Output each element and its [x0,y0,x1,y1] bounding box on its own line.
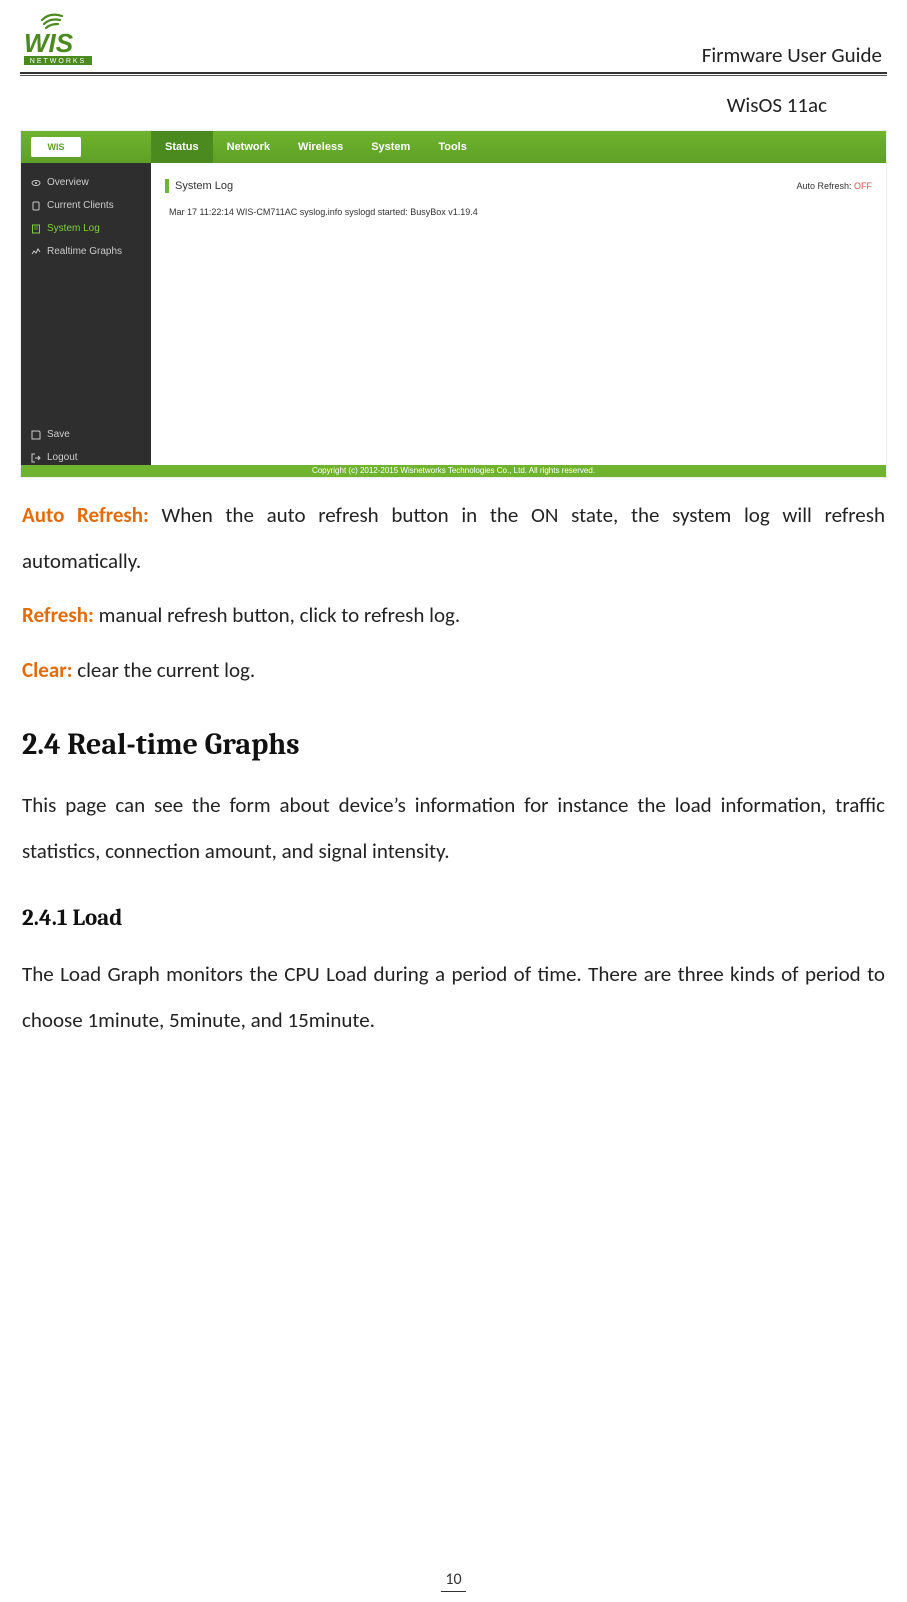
document-title: Firmware User Guide [702,42,882,68]
desc-clear: clear the current log. [72,657,255,683]
sidebar-item-label: Overview [47,177,89,188]
paragraph-refresh: Refresh: manual refresh button, click to… [22,592,885,638]
app-screenshot: WIS Status Network Wireless System Tools… [20,130,887,478]
nav-network[interactable]: Network [213,131,284,163]
sidebar-item-label: System Log [47,223,100,234]
nav-tools[interactable]: Tools [424,131,481,163]
paragraph-clear: Clear: clear the current log. [22,647,885,693]
section-paragraph: This page can see the form about device’… [22,782,885,874]
term-refresh: Refresh: [22,602,94,628]
sidebar-item-realtime-graphs[interactable]: Realtime Graphs [21,240,151,263]
body-text: Auto Refresh: When the auto refresh butt… [22,492,885,693]
page-number: 10 [0,1570,907,1592]
nav-system[interactable]: System [357,131,424,163]
panel-title: System Log [175,180,233,192]
svg-text:NETWORKS: NETWORKS [30,58,86,65]
device-icon [31,201,41,211]
paragraph-auto-refresh: Auto Refresh: When the auto refresh butt… [22,492,885,584]
app-body: Overview Current Clients System Log Real… [21,163,886,469]
sidebar-item-label: Current Clients [47,200,114,211]
page-number-value: 10 [441,1570,465,1592]
logo: WIS NETWORKS [20,10,96,68]
term-clear: Clear: [22,657,72,683]
graph-icon [31,247,41,257]
sidebar: Overview Current Clients System Log Real… [21,163,151,469]
auto-refresh-state: OFF [854,181,872,191]
top-nav: Status Network Wireless System Tools [151,131,481,163]
eye-icon [31,178,41,188]
subsection-paragraph: The Load Graph monitors the CPU Load dur… [22,951,885,1043]
document-subtitle: WisOS 11ac [20,86,887,130]
auto-refresh-toggle[interactable]: Auto Refresh: OFF [796,181,872,191]
app-logo: WIS [21,137,151,157]
auto-refresh-label: Auto Refresh: [796,181,851,191]
subsection-body: The Load Graph monitors the CPU Load dur… [22,951,885,1043]
section-body: This page can see the form about device’… [22,782,885,874]
log-icon [31,224,41,234]
wis-logo-icon: WIS NETWORKS [20,10,96,68]
app-footer: Copyright (c) 2012-2015 Wisnetworks Tech… [21,465,886,477]
sidebar-item-current-clients[interactable]: Current Clients [21,194,151,217]
sidebar-item-label: Realtime Graphs [47,246,122,257]
sidebar-item-save[interactable]: Save [21,423,151,446]
desc-auto-refresh: When the auto refresh button in the ON s… [22,502,885,574]
header-rule-thin [20,75,887,76]
panel-header: System Log Auto Refresh: OFF [165,175,872,197]
nav-wireless[interactable]: Wireless [284,131,357,163]
sidebar-item-label: Logout [47,452,78,463]
desc-refresh: manual refresh button, click to refresh … [94,602,460,628]
app-logo-text: WIS [31,137,81,157]
subsection-heading: 2.4.1 Load [22,904,885,931]
section-heading: 2.4 Real-time Graphs [22,727,885,762]
sidebar-item-label: Save [47,429,70,440]
sidebar-item-system-log[interactable]: System Log [21,217,151,240]
topbar: WIS Status Network Wireless System Tools [21,131,886,163]
nav-status[interactable]: Status [151,131,213,163]
header-rule-thick [20,72,887,74]
main-panel: System Log Auto Refresh: OFF Mar 17 11:2… [151,163,886,469]
save-icon [31,430,41,440]
sidebar-item-overview[interactable]: Overview [21,171,151,194]
svg-text:WIS: WIS [24,28,74,58]
accent-bar-icon [165,179,169,193]
log-line: Mar 17 11:22:14 WIS-CM711AC syslog.info … [165,205,872,217]
term-auto-refresh: Auto Refresh: [22,502,149,528]
page-header: WIS NETWORKS Firmware User Guide [20,10,887,70]
logout-icon [31,453,41,463]
